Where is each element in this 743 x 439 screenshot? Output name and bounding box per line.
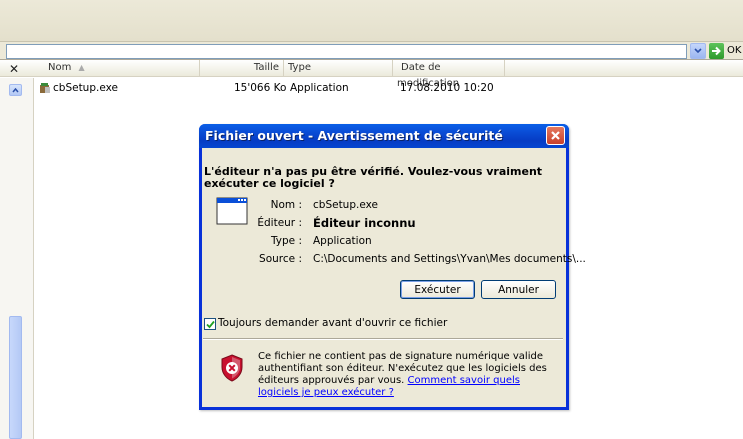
address-field[interactable] xyxy=(6,44,687,59)
close-x-icon[interactable]: ✕ xyxy=(9,62,19,76)
go-button-label[interactable]: OK xyxy=(727,45,741,56)
field-type-label: Type : xyxy=(271,235,302,247)
explorer-toolbar-area xyxy=(0,0,743,42)
table-row[interactable]: cbSetup.exe 15'066 Ko Application 17.08.… xyxy=(36,81,536,97)
field-source-value: C:\Documents and Settings\Yvan\Mes docum… xyxy=(313,253,586,265)
file-type: Application xyxy=(290,82,349,94)
left-pane xyxy=(0,78,34,439)
signature-info-text: Ce fichier ne contient pas de signature … xyxy=(258,351,563,399)
file-name[interactable]: cbSetup.exe xyxy=(53,82,118,94)
column-header-name[interactable]: Nom ▲ xyxy=(34,60,200,77)
column-header-type[interactable]: Type xyxy=(284,60,393,77)
cancel-button[interactable]: Annuler xyxy=(481,280,556,299)
file-size: 15'066 Ko xyxy=(234,82,287,94)
dialog-titlebar[interactable]: Fichier ouvert - Avertissement de sécuri… xyxy=(199,124,569,148)
close-icon[interactable] xyxy=(546,126,565,145)
dialog-title: Fichier ouvert - Avertissement de sécuri… xyxy=(205,128,503,143)
field-name-label: Nom : xyxy=(270,199,302,211)
file-modified: 17.08.2010 10:20 xyxy=(400,82,494,94)
column-header-size[interactable]: Taille xyxy=(200,60,284,77)
run-button[interactable]: Exécuter xyxy=(400,280,475,299)
cancel-button-label: Annuler xyxy=(498,283,539,296)
column-type-label: Type xyxy=(288,62,311,73)
column-header-modified[interactable]: Date de modification xyxy=(393,60,505,89)
security-warning-dialog: Fichier ouvert - Avertissement de sécuri… xyxy=(199,124,586,410)
file-list-header: Nom ▲ Taille Type Date de modification xyxy=(0,60,743,89)
scroll-up-icon[interactable] xyxy=(9,84,22,96)
address-bar: OK xyxy=(0,42,743,60)
always-ask-label[interactable]: Toujours demander avant d'ouvrir ce fich… xyxy=(218,317,447,329)
go-arrow-icon[interactable] xyxy=(709,43,724,59)
column-name-label: Nom xyxy=(48,62,72,73)
field-publisher-label: Éditeur : xyxy=(257,217,302,229)
run-button-label: Exécuter xyxy=(414,283,461,296)
dialog-separator xyxy=(203,338,563,340)
column-size-label: Taille xyxy=(253,62,279,73)
always-ask-checkbox[interactable] xyxy=(204,318,216,330)
exe-file-icon xyxy=(40,83,50,93)
checkmark-icon xyxy=(205,320,215,328)
scrollbar-thumb[interactable] xyxy=(9,316,22,439)
sort-ascending-icon: ▲ xyxy=(78,63,85,72)
field-publisher-value: Éditeur inconnu xyxy=(313,216,416,230)
chevron-down-icon[interactable] xyxy=(690,43,706,59)
field-source-label: Source : xyxy=(259,253,302,265)
field-type-value: Application xyxy=(313,235,372,247)
security-shield-icon xyxy=(221,354,243,382)
field-name-value: cbSetup.exe xyxy=(313,199,378,211)
dialog-question: L'éditeur n'a pas pu être vérifié. Voule… xyxy=(204,165,543,190)
